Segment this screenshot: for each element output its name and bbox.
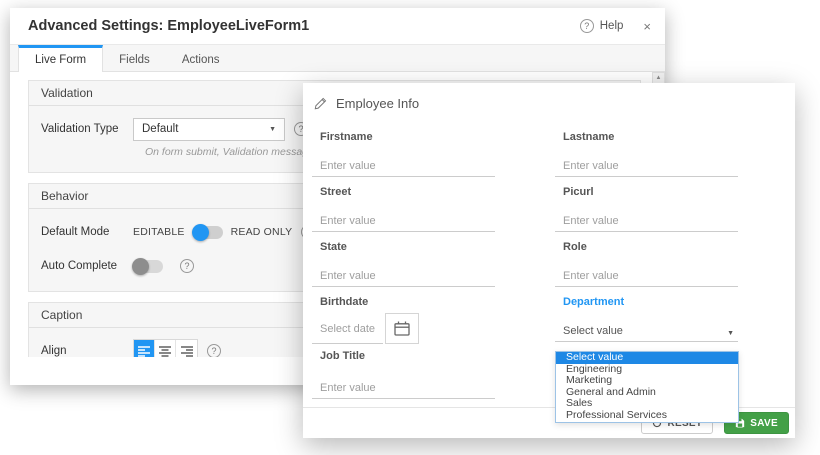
job-title-label: Job Title — [312, 350, 495, 362]
firstname-label: Firstname — [312, 131, 495, 143]
department-select[interactable]: Select value ▼ — [555, 321, 738, 342]
state-field: State Enter value — [312, 241, 495, 296]
caret-down-icon: ▼ — [727, 330, 734, 337]
header-actions: ? Help × — [580, 19, 651, 34]
tab-actions[interactable]: Actions — [166, 45, 236, 71]
help-icon[interactable]: ? — [580, 19, 594, 33]
department-field: Department Select value ▼ Select value E… — [555, 296, 738, 350]
align-center-button[interactable] — [155, 340, 176, 357]
employee-info-window: Employee Info Firstname Enter value Last… — [303, 83, 795, 438]
default-mode-toggle[interactable] — [193, 226, 223, 239]
settings-title: Advanced Settings: EmployeeLiveForm1 — [28, 18, 580, 34]
placeholder: Enter value — [563, 270, 619, 282]
settings-header: Advanced Settings: EmployeeLiveForm1 ? H… — [10, 8, 665, 45]
firstname-input[interactable]: Enter value — [312, 156, 495, 177]
placeholder: Enter value — [320, 270, 376, 282]
settings-tabbar: Live Form Fields Actions — [10, 45, 665, 72]
picurl-input[interactable]: Enter value — [555, 211, 738, 232]
help-link[interactable]: Help — [600, 20, 624, 32]
department-value: Select value — [563, 325, 623, 337]
auto-complete-toggle[interactable] — [133, 260, 163, 273]
close-icon[interactable]: × — [643, 19, 651, 34]
align-right-icon — [181, 346, 193, 357]
lastname-input[interactable]: Enter value — [555, 156, 738, 177]
role-label: Role — [555, 241, 738, 253]
align-left-icon — [138, 346, 150, 357]
birthdate-input[interactable]: Select date — [312, 315, 383, 344]
align-right-button[interactable] — [176, 340, 197, 357]
read-only-label: READ ONLY — [231, 226, 293, 238]
placeholder: Select date — [320, 323, 375, 335]
tab-live-form[interactable]: Live Form — [18, 45, 103, 72]
form-header: Employee Info — [303, 83, 795, 111]
placeholder: Enter value — [320, 160, 376, 172]
job-title-field: Job Title Enter value — [312, 350, 495, 405]
role-input[interactable]: Enter value — [555, 266, 738, 287]
birthdate-field: Birthdate Select date — [312, 296, 495, 350]
editable-label: EDITABLE — [133, 226, 185, 238]
toggle-knob — [132, 258, 149, 275]
validation-type-value: Default — [142, 123, 178, 135]
street-input[interactable]: Enter value — [312, 211, 495, 232]
firstname-field: Firstname Enter value — [312, 131, 495, 186]
state-input[interactable]: Enter value — [312, 266, 495, 287]
dropdown-option[interactable]: Professional Services — [556, 410, 738, 422]
validation-type-label: Validation Type — [41, 123, 133, 135]
tab-fields[interactable]: Fields — [103, 45, 166, 71]
street-label: Street — [312, 186, 495, 198]
state-label: State — [312, 241, 495, 253]
street-field: Street Enter value — [312, 186, 495, 241]
form-fields: Firstname Enter value Lastname Enter val… — [303, 111, 795, 405]
job-title-input[interactable]: Enter value — [312, 378, 495, 399]
form-title: Employee Info — [336, 96, 419, 111]
validation-type-select[interactable]: Default ▼ — [133, 118, 285, 141]
align-left-button[interactable] — [134, 340, 155, 357]
calendar-icon — [394, 321, 410, 336]
save-label: SAVE — [750, 418, 778, 429]
picurl-label: Picurl — [555, 186, 738, 198]
align-help-icon[interactable]: ? — [207, 344, 221, 357]
align-button-group — [133, 339, 198, 357]
role-field: Role Enter value — [555, 241, 738, 296]
picurl-field: Picurl Enter value — [555, 186, 738, 241]
placeholder: Enter value — [563, 160, 619, 172]
auto-complete-label: Auto Complete — [41, 260, 133, 272]
placeholder: Enter value — [320, 382, 376, 394]
calendar-button[interactable] — [385, 313, 419, 344]
toggle-knob — [192, 224, 209, 241]
department-label: Department — [555, 296, 738, 308]
lastname-label: Lastname — [555, 131, 738, 143]
lastname-field: Lastname Enter value — [555, 131, 738, 186]
department-dropdown: Select value Engineering Marketing Gener… — [555, 351, 739, 423]
default-mode-label: Default Mode — [41, 226, 133, 238]
align-center-icon — [159, 346, 171, 357]
auto-complete-help-icon[interactable]: ? — [180, 259, 194, 273]
birthdate-label: Birthdate — [312, 296, 495, 308]
desktop: Advanced Settings: EmployeeLiveForm1 ? H… — [0, 0, 820, 455]
pencil-icon — [314, 97, 327, 110]
align-label: Align — [41, 345, 133, 357]
placeholder: Enter value — [320, 215, 376, 227]
placeholder: Enter value — [563, 215, 619, 227]
caret-down-icon: ▼ — [269, 126, 276, 133]
dropdown-option[interactable]: Select value — [556, 352, 738, 364]
